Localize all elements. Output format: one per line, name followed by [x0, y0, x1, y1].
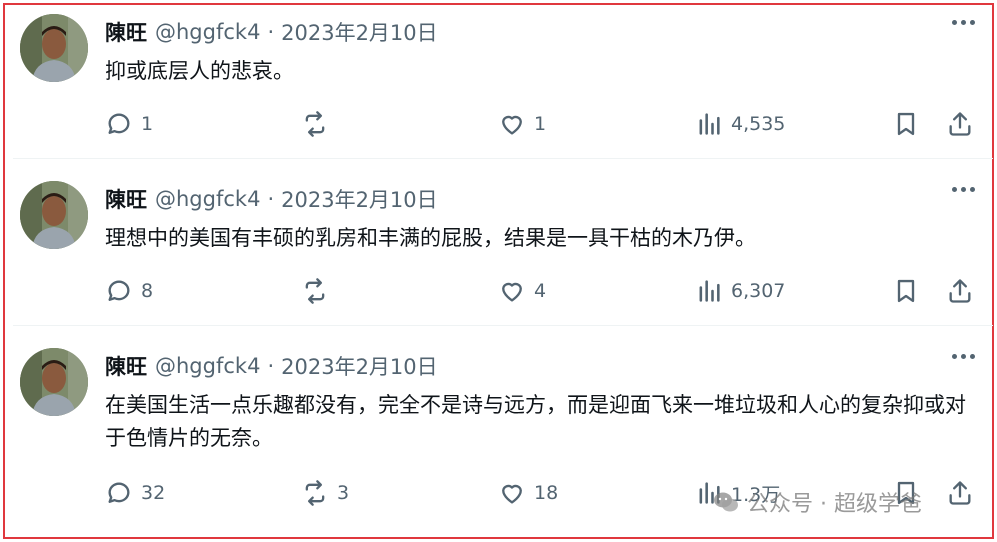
views-count: 6,307	[731, 280, 786, 302]
tweet[interactable]: 陳旺 @hggfck4 · 2023年2月10日 在美国生活一点乐趣都没有，完全…	[13, 341, 993, 527]
tweet[interactable]: 陳旺 @hggfck4 · 2023年2月10日 理想中的美国有丰硕的乳房和丰满…	[13, 174, 993, 326]
divider	[13, 158, 993, 159]
user-handle[interactable]: @hggfck4	[155, 354, 260, 378]
tweet-header: 陳旺 @hggfck4 · 2023年2月10日	[105, 17, 438, 47]
tweet-actions: 1 1 4,535	[105, 108, 993, 142]
display-name[interactable]: 陳旺	[105, 351, 147, 381]
bookmark-icon	[897, 112, 915, 136]
views-icon	[699, 280, 720, 302]
reply-button[interactable]: 8	[105, 277, 153, 305]
reply-button[interactable]: 32	[105, 479, 165, 507]
like-icon	[502, 282, 522, 302]
tweet-header: 陳旺 @hggfck4 · 2023年2月10日	[105, 184, 438, 214]
retweet-button[interactable]: 3	[301, 479, 349, 507]
divider	[13, 325, 993, 326]
display-name[interactable]: 陳旺	[105, 17, 147, 47]
like-count: 18	[534, 482, 559, 504]
tweet-date[interactable]: 2023年2月10日	[281, 351, 438, 381]
more-icon[interactable]	[952, 187, 975, 192]
avatar[interactable]	[20, 14, 88, 82]
retweet-icon	[305, 480, 325, 506]
reply-count: 8	[141, 280, 154, 302]
avatar-photo	[20, 348, 88, 416]
bookmark-button[interactable]	[892, 110, 920, 138]
share-icon	[949, 279, 971, 303]
display-name[interactable]: 陳旺	[105, 184, 147, 214]
views-button[interactable]: 1.3万	[695, 479, 780, 507]
more-icon[interactable]	[952, 354, 975, 359]
views-icon	[699, 113, 720, 135]
tweet[interactable]: 陳旺 @hggfck4 · 2023年2月10日 抑或底层人的悲哀。 1 1 4…	[13, 7, 993, 159]
avatar-photo	[20, 14, 88, 82]
separator-dot: ·	[267, 354, 275, 378]
bookmark-icon	[897, 481, 915, 505]
reply-button[interactable]: 1	[105, 110, 153, 138]
avatar-photo	[20, 181, 88, 249]
reply-count: 32	[141, 482, 166, 504]
separator-dot: ·	[267, 20, 275, 44]
user-handle[interactable]: @hggfck4	[155, 187, 260, 211]
share-button[interactable]	[946, 277, 974, 305]
tweet-actions: 8 4 6,307	[105, 275, 993, 309]
like-button[interactable]: 18	[498, 479, 558, 507]
retweet-count: 3	[337, 482, 350, 504]
retweet-button[interactable]	[301, 277, 337, 305]
tweet-actions: 32 3 18 1.3万	[105, 477, 993, 511]
like-icon	[502, 484, 522, 504]
tweet-date[interactable]: 2023年2月10日	[281, 17, 438, 47]
retweet-icon	[305, 111, 325, 137]
like-button[interactable]: 1	[498, 110, 546, 138]
views-count: 4,535	[731, 113, 786, 135]
reply-icon	[108, 280, 130, 301]
like-button[interactable]: 4	[498, 277, 546, 305]
user-handle[interactable]: @hggfck4	[155, 20, 260, 44]
bookmark-button[interactable]	[892, 277, 920, 305]
like-count: 4	[534, 280, 547, 302]
like-icon	[502, 115, 522, 135]
more-icon[interactable]	[952, 20, 975, 25]
views-button[interactable]: 6,307	[695, 277, 785, 305]
share-button[interactable]	[946, 110, 974, 138]
screenshot-frame: 陳旺 @hggfck4 · 2023年2月10日 抑或底层人的悲哀。 1 1 4…	[3, 3, 994, 539]
reply-icon	[108, 113, 130, 134]
share-button[interactable]	[946, 479, 974, 507]
views-count: 1.3万	[731, 483, 781, 506]
share-icon	[949, 481, 971, 505]
tweet-date[interactable]: 2023年2月10日	[281, 184, 438, 214]
bookmark-icon	[897, 279, 915, 303]
tweet-text: 在美国生活一点乐趣都没有，完全不是诗与远方，而是迎面飞来一堆垃圾和人心的复杂抑或…	[105, 393, 966, 450]
tweet-text: 抑或底层人的悲哀。	[105, 59, 294, 83]
retweet-icon	[305, 278, 325, 304]
like-count: 1	[534, 113, 547, 135]
retweet-button[interactable]	[301, 110, 337, 138]
avatar[interactable]	[20, 181, 88, 249]
tweet-text: 理想中的美国有丰硕的乳房和丰满的屁股，结果是一具干枯的木乃伊。	[105, 226, 756, 250]
reply-count: 1	[141, 113, 154, 135]
avatar[interactable]	[20, 348, 88, 416]
reply-icon	[108, 482, 130, 503]
separator-dot: ·	[267, 187, 275, 211]
bookmark-button[interactable]	[892, 479, 920, 507]
tweet-header: 陳旺 @hggfck4 · 2023年2月10日	[105, 351, 438, 381]
views-button[interactable]: 4,535	[695, 110, 785, 138]
share-icon	[949, 112, 971, 136]
views-icon	[699, 482, 720, 504]
